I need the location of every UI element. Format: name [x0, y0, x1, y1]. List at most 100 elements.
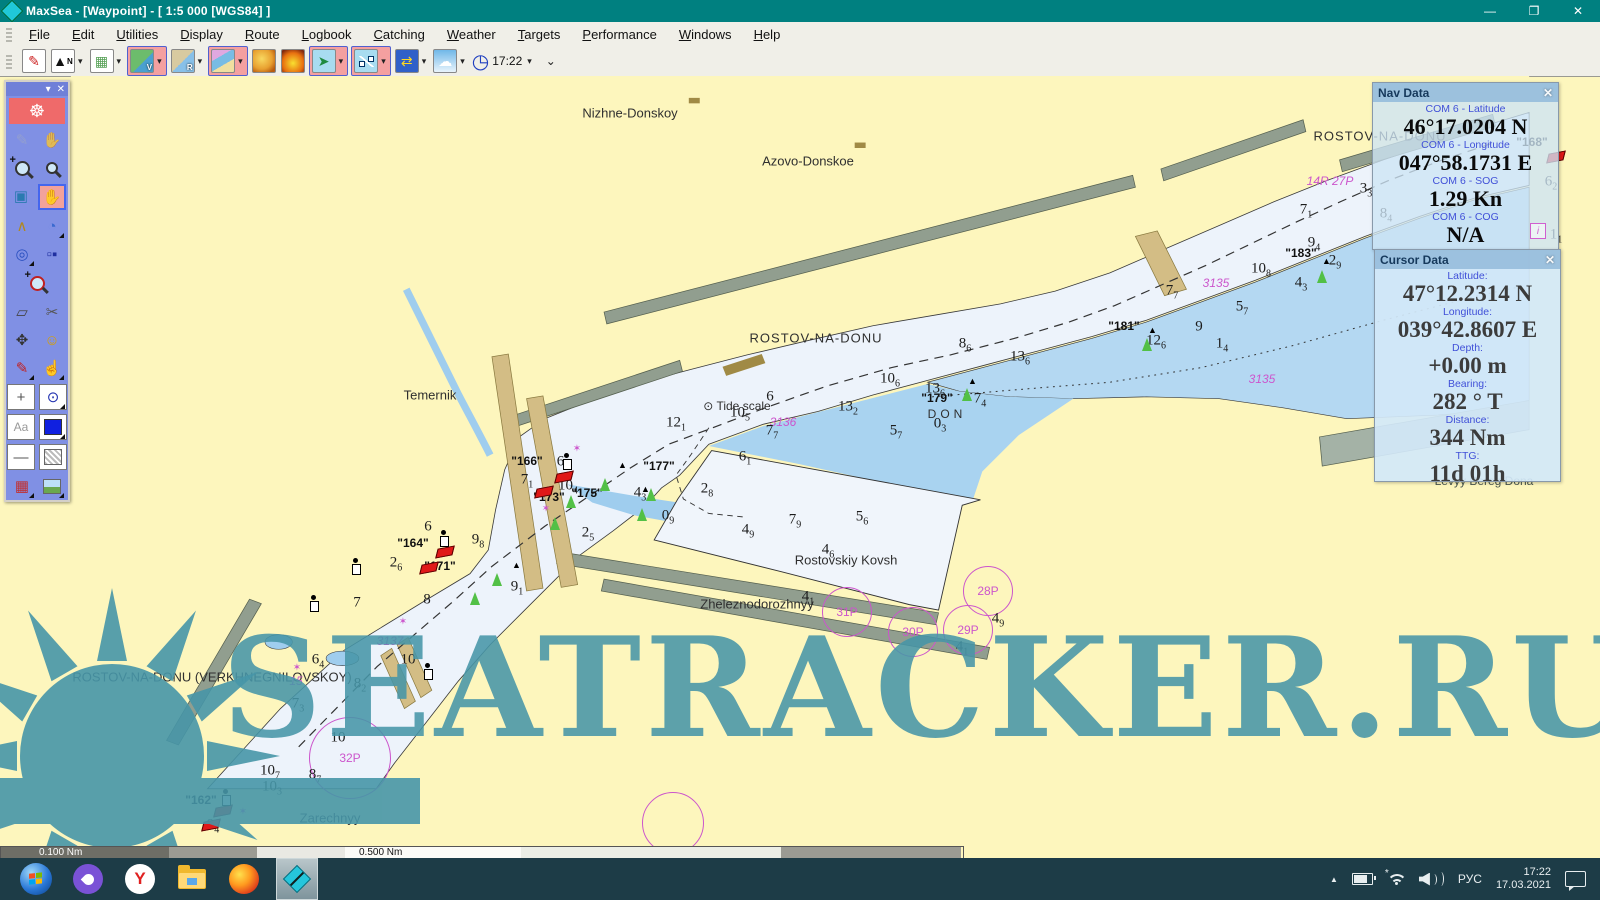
language-indicator[interactable]: РУС [1458, 872, 1482, 886]
wifi-icon[interactable]: * [1387, 872, 1405, 886]
maximize-button[interactable]: ❐ [1512, 0, 1556, 22]
menu-item-catching[interactable]: Catching [363, 25, 436, 44]
weather-display-icon: ☁ [433, 49, 457, 73]
orientation-north-button[interactable]: ▲N▾ [50, 48, 86, 74]
info-icon[interactable]: i [1530, 223, 1546, 239]
scissors-button[interactable]: ✂ [39, 300, 65, 324]
zoom-out-button[interactable] [39, 156, 65, 180]
menu-item-targets[interactable]: Targets [507, 25, 572, 44]
clock-button[interactable]: ◷17:22▾ [471, 48, 535, 75]
menu-item-display[interactable]: Display [169, 25, 234, 44]
menu-item-edit[interactable]: Edit [61, 25, 105, 44]
own-ship-button[interactable]: ➤▾ [309, 46, 349, 76]
toolbar-overflow-button[interactable]: ⌄ [544, 54, 558, 68]
grid-display-button[interactable]: ▦▾ [89, 48, 125, 74]
dropdown-arrow[interactable]: ▾ [76, 56, 85, 67]
toolbar-clock-label: 17:22 [492, 54, 522, 68]
man-overboard-button[interactable]: ☸ [9, 98, 65, 124]
close-button[interactable]: ✕ [1556, 0, 1600, 22]
menu-item-help[interactable]: Help [743, 25, 792, 44]
vector-chart-icon: V [130, 49, 154, 73]
circle-tool-button[interactable]: ⊙ [39, 384, 67, 410]
range-rings-button[interactable]: ◎ [9, 242, 35, 266]
app-icon [1, 0, 24, 22]
cursor-data-panel[interactable]: Cursor Data ✕ Latitude:47°12.2314 NLongi… [1374, 249, 1561, 482]
dropdown-arrow[interactable]: ▾ [420, 56, 429, 67]
select-hand-button[interactable]: ☝ [39, 356, 65, 380]
battery-icon[interactable] [1352, 873, 1373, 885]
raster-chart-button[interactable]: R▾ [170, 48, 206, 74]
menu-item-logbook[interactable]: Logbook [291, 25, 363, 44]
minimize-button[interactable]: — [1468, 0, 1512, 22]
vector-chart-button[interactable]: V▾ [127, 46, 167, 76]
zoom-area-button[interactable]: + [9, 270, 65, 296]
taskbar-app-firefox[interactable] [224, 859, 264, 899]
color-swatch-button[interactable] [39, 414, 67, 440]
photo-tool-button[interactable] [39, 474, 65, 498]
notes-smiley-button[interactable]: ☺ [39, 328, 65, 352]
action-center-icon[interactable] [1565, 871, 1586, 887]
taskbar-clock[interactable]: 17:22 17.03.2021 [1496, 866, 1551, 892]
fill-pattern-button[interactable] [39, 444, 67, 470]
depth-contour-button[interactable] [251, 48, 277, 74]
line-style-button[interactable]: — [7, 444, 35, 470]
dropdown-arrow[interactable]: ▾ [236, 56, 245, 67]
dropdown-arrow[interactable]: ▾ [458, 56, 467, 67]
zoom-in-button[interactable]: + [9, 156, 35, 180]
menu-item-windows[interactable]: Windows [668, 25, 743, 44]
chart-letter: R [187, 63, 193, 72]
orientation-north-icon: ▲N [51, 49, 75, 73]
menu-item-weather[interactable]: Weather [436, 25, 507, 44]
pan-hand-button[interactable]: ✋ [38, 184, 66, 210]
dropdown-arrow[interactable]: ▾ [196, 56, 205, 67]
nav-com-sog-value: 1.29 Kn [1373, 187, 1558, 210]
toolbar-grip[interactable] [6, 53, 12, 69]
compass-button[interactable]: ◔ [39, 214, 65, 238]
polygon-tool-button[interactable]: ▱ [9, 300, 35, 324]
taskbar-app-file-explorer[interactable] [172, 859, 212, 899]
crosshair-tool-button[interactable]: + [7, 384, 35, 410]
weather-display-button[interactable]: ☁▾ [432, 48, 468, 74]
dropdown-arrow[interactable]: ▾ [379, 56, 388, 67]
menu-grip[interactable] [6, 26, 12, 42]
dropdown-arrow[interactable]: ▾ [115, 56, 124, 67]
dropdown-arrow[interactable]: ▾ [525, 56, 534, 67]
dropdown-arrow[interactable]: ▾ [155, 56, 164, 67]
cursor-data-close-button[interactable]: ✕ [1545, 253, 1555, 267]
calendar-tool-button[interactable]: ▦ [9, 474, 35, 498]
maxsea-icon [283, 865, 311, 893]
target-transfer-button[interactable]: ⇄▾ [394, 48, 430, 74]
file-explorer-icon [178, 869, 206, 889]
chart-canvas[interactable]: Nizhne-DonskoyAzovo-DonskoeROSTOV-NA-DON… [0, 76, 1600, 858]
route-edit-button[interactable]: ▫▪ [39, 242, 65, 266]
hand-disabled-button: ✋ [39, 128, 65, 152]
chart-base [0, 76, 1600, 858]
menu-item-utilities[interactable]: Utilities [105, 25, 169, 44]
taskbar-app-maxsea-active[interactable] [276, 858, 318, 900]
firefox-icon [229, 864, 259, 894]
chart-library-button[interactable]: ▾ [208, 46, 248, 76]
move-tool-button[interactable]: ✥ [9, 328, 35, 352]
pencil-tool-button[interactable]: ✎ [9, 356, 35, 380]
hidden-icons-button[interactable]: ▲ [1330, 875, 1338, 884]
route-plan-button[interactable]: ▾ [351, 46, 391, 76]
menu-item-performance[interactable]: Performance [571, 25, 667, 44]
chart-overview-button[interactable]: ▣ [8, 184, 34, 208]
menu-item-route[interactable]: Route [234, 25, 291, 44]
taskbar-app-yandex-disk[interactable] [68, 859, 108, 899]
palette-close-button[interactable]: ✕ [57, 84, 65, 95]
dividers-button[interactable]: ∧ [9, 214, 35, 238]
taskbar-app-yandex-browser[interactable]: Y [120, 859, 160, 899]
palette-collapse-button[interactable]: ▾ [46, 84, 51, 95]
route-plan-icon [354, 49, 378, 73]
menu-item-file[interactable]: File [18, 25, 61, 44]
draw-disabled-button: ✎ [9, 128, 35, 152]
volume-icon[interactable] [1419, 872, 1444, 886]
dropdown-arrow[interactable]: ▾ [337, 56, 346, 67]
text-tool-button[interactable]: Aa [7, 414, 35, 440]
draw-tool-button[interactable]: ✎ [21, 48, 47, 74]
nav-data-close-button[interactable]: ✕ [1543, 86, 1553, 100]
nav-data-panel[interactable]: Nav Data ✕ COM 6 - Latitude46°17.0204 NC… [1372, 82, 1559, 250]
sst-shading-button[interactable] [280, 48, 306, 74]
start-button[interactable] [16, 859, 56, 899]
